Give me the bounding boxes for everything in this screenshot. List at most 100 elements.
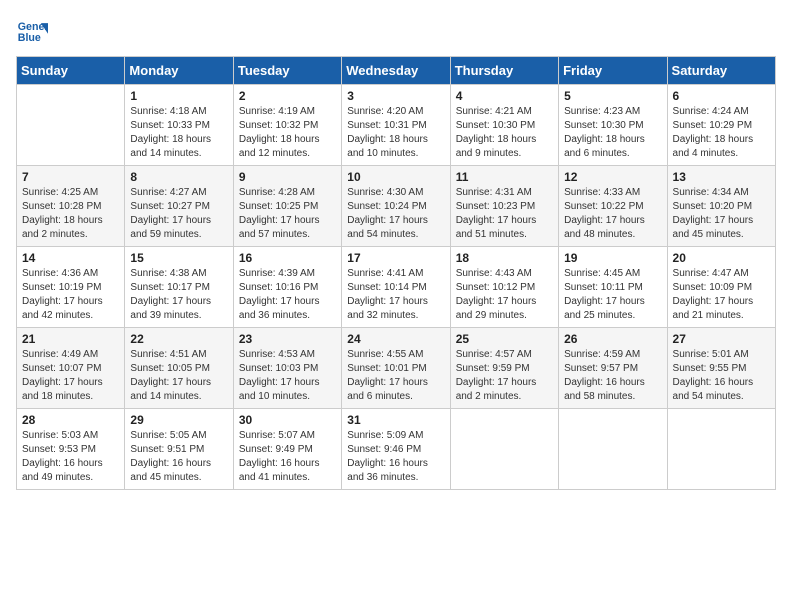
calendar-cell: 30 Sunrise: 5:07 AMSunset: 9:49 PMDayligh…: [233, 409, 341, 490]
calendar-cell: 1Sunrise: 4:18 AMSunset: 10:33 PMDayligh…: [125, 85, 233, 166]
calendar-cell: 20 Sunrise: 4:47 AMSunset: 10:09 PMDaylig…: [667, 247, 775, 328]
calendar-cell: 18Sunrise: 4:43 AMSunset: 10:12 PMDaylig…: [450, 247, 558, 328]
day-info: Sunrise: 4:18 AMSunset: 10:33 PMDaylight…: [130, 105, 227, 161]
calendar-cell: 3 Sunrise: 4:20 AMSunset: 10:31 PMDayligh…: [342, 85, 450, 166]
day-number: 6: [673, 89, 770, 103]
day-info: Sunrise: 4:57 AMSunset: 9:59 PMDaylight:…: [456, 348, 553, 404]
day-info: Sunrise: 4:25 AMSunset: 10:28 PMDaylight…: [22, 186, 119, 242]
day-number: 27: [673, 332, 770, 346]
calendar-cell: 24 Sunrise: 4:55 AMSunset: 10:01 PMDaylig…: [342, 328, 450, 409]
day-number: 24: [347, 332, 444, 346]
calendar-cell: 31Sunrise: 5:09 AMSunset: 9:46 PMDayligh…: [342, 409, 450, 490]
day-header-wednesday: Wednesday: [342, 57, 450, 85]
day-number: 11: [456, 170, 553, 184]
day-info: Sunrise: 4:53 AMSunset: 10:03 PMDaylight…: [239, 348, 336, 404]
day-number: 19: [564, 251, 661, 265]
day-number: 25: [456, 332, 553, 346]
day-info: Sunrise: 4:19 AMSunset: 10:32 PMDaylight…: [239, 105, 336, 161]
calendar-cell: 12 Sunrise: 4:33 AMSunset: 10:22 PMDaylig…: [559, 166, 667, 247]
calendar-cell: 4 Sunrise: 4:21 AMSunset: 10:30 PMDayligh…: [450, 85, 558, 166]
day-info: Sunrise: 5:05 AMSunset: 9:51 PMDaylight:…: [130, 429, 227, 485]
day-info: Sunrise: 4:38 AMSunset: 10:17 PMDaylight…: [130, 267, 227, 323]
day-number: 12: [564, 170, 661, 184]
calendar-cell: 13 Sunrise: 4:34 AMSunset: 10:20 PMDaylig…: [667, 166, 775, 247]
day-info: Sunrise: 5:07 AMSunset: 9:49 PMDaylight:…: [239, 429, 336, 485]
day-number: 17: [347, 251, 444, 265]
day-info: Sunrise: 4:20 AMSunset: 10:31 PMDaylight…: [347, 105, 444, 161]
day-number: 22: [130, 332, 227, 346]
calendar-cell: [559, 409, 667, 490]
day-info: Sunrise: 4:31 AMSunset: 10:23 PMDaylight…: [456, 186, 553, 242]
day-info: Sunrise: 4:47 AMSunset: 10:09 PMDaylight…: [673, 267, 770, 323]
calendar-cell: 28 Sunrise: 5:03 AMSunset: 9:53 PMDayligh…: [17, 409, 125, 490]
day-header-saturday: Saturday: [667, 57, 775, 85]
calendar-cell: [450, 409, 558, 490]
calendar-week-row: 7 Sunrise: 4:25 AMSunset: 10:28 PMDayligh…: [17, 166, 776, 247]
day-number: 20: [673, 251, 770, 265]
logo: General Blue: [16, 16, 52, 48]
day-number: 8: [130, 170, 227, 184]
calendar-cell: 21 Sunrise: 4:49 AMSunset: 10:07 PMDaylig…: [17, 328, 125, 409]
day-info: Sunrise: 4:21 AMSunset: 10:30 PMDaylight…: [456, 105, 553, 161]
calendar-week-row: 21 Sunrise: 4:49 AMSunset: 10:07 PMDaylig…: [17, 328, 776, 409]
day-header-thursday: Thursday: [450, 57, 558, 85]
day-info: Sunrise: 4:49 AMSunset: 10:07 PMDaylight…: [22, 348, 119, 404]
calendar-week-row: 14Sunrise: 4:36 AMSunset: 10:19 PMDaylig…: [17, 247, 776, 328]
calendar-cell: 29Sunrise: 5:05 AMSunset: 9:51 PMDayligh…: [125, 409, 233, 490]
day-info: Sunrise: 5:03 AMSunset: 9:53 PMDaylight:…: [22, 429, 119, 485]
day-number: 3: [347, 89, 444, 103]
day-number: 26: [564, 332, 661, 346]
calendar-header-row: SundayMondayTuesdayWednesdayThursdayFrid…: [17, 57, 776, 85]
calendar-cell: 8 Sunrise: 4:27 AMSunset: 10:27 PMDayligh…: [125, 166, 233, 247]
day-number: 4: [456, 89, 553, 103]
day-info: Sunrise: 4:34 AMSunset: 10:20 PMDaylight…: [673, 186, 770, 242]
day-number: 18: [456, 251, 553, 265]
day-number: 28: [22, 413, 119, 427]
day-number: 9: [239, 170, 336, 184]
day-number: 31: [347, 413, 444, 427]
day-info: Sunrise: 4:39 AMSunset: 10:16 PMDaylight…: [239, 267, 336, 323]
calendar-cell: 6 Sunrise: 4:24 AMSunset: 10:29 PMDayligh…: [667, 85, 775, 166]
day-info: Sunrise: 4:33 AMSunset: 10:22 PMDaylight…: [564, 186, 661, 242]
day-number: 30: [239, 413, 336, 427]
day-info: Sunrise: 4:45 AMSunset: 10:11 PMDaylight…: [564, 267, 661, 323]
calendar-cell: 16 Sunrise: 4:39 AMSunset: 10:16 PMDaylig…: [233, 247, 341, 328]
day-number: 16: [239, 251, 336, 265]
calendar-cell: 19 Sunrise: 4:45 AMSunset: 10:11 PMDaylig…: [559, 247, 667, 328]
day-info: Sunrise: 4:27 AMSunset: 10:27 PMDaylight…: [130, 186, 227, 242]
day-header-friday: Friday: [559, 57, 667, 85]
calendar-cell: [17, 85, 125, 166]
svg-text:Blue: Blue: [18, 32, 41, 44]
day-info: Sunrise: 4:55 AMSunset: 10:01 PMDaylight…: [347, 348, 444, 404]
day-info: Sunrise: 4:51 AMSunset: 10:05 PMDaylight…: [130, 348, 227, 404]
calendar-cell: 22 Sunrise: 4:51 AMSunset: 10:05 PMDaylig…: [125, 328, 233, 409]
calendar-cell: 26 Sunrise: 4:59 AMSunset: 9:57 PMDayligh…: [559, 328, 667, 409]
day-number: 10: [347, 170, 444, 184]
calendar-cell: 11 Sunrise: 4:31 AMSunset: 10:23 PMDaylig…: [450, 166, 558, 247]
day-number: 7: [22, 170, 119, 184]
day-header-monday: Monday: [125, 57, 233, 85]
day-info: Sunrise: 4:30 AMSunset: 10:24 PMDaylight…: [347, 186, 444, 242]
calendar-cell: [667, 409, 775, 490]
day-header-tuesday: Tuesday: [233, 57, 341, 85]
day-number: 2: [239, 89, 336, 103]
day-info: Sunrise: 5:01 AMSunset: 9:55 PMDaylight:…: [673, 348, 770, 404]
page-header: General Blue: [16, 16, 776, 48]
day-info: Sunrise: 4:23 AMSunset: 10:30 PMDaylight…: [564, 105, 661, 161]
calendar-cell: 25 Sunrise: 4:57 AMSunset: 9:59 PMDayligh…: [450, 328, 558, 409]
calendar-cell: 5Sunrise: 4:23 AMSunset: 10:30 PMDayligh…: [559, 85, 667, 166]
day-info: Sunrise: 4:59 AMSunset: 9:57 PMDaylight:…: [564, 348, 661, 404]
day-number: 15: [130, 251, 227, 265]
calendar-cell: 14Sunrise: 4:36 AMSunset: 10:19 PMDaylig…: [17, 247, 125, 328]
calendar-cell: 15 Sunrise: 4:38 AMSunset: 10:17 PMDaylig…: [125, 247, 233, 328]
day-number: 21: [22, 332, 119, 346]
calendar-week-row: 1Sunrise: 4:18 AMSunset: 10:33 PMDayligh…: [17, 85, 776, 166]
day-number: 13: [673, 170, 770, 184]
day-info: Sunrise: 4:24 AMSunset: 10:29 PMDaylight…: [673, 105, 770, 161]
calendar-cell: 2 Sunrise: 4:19 AMSunset: 10:32 PMDayligh…: [233, 85, 341, 166]
day-info: Sunrise: 4:36 AMSunset: 10:19 PMDaylight…: [22, 267, 119, 323]
day-info: Sunrise: 4:28 AMSunset: 10:25 PMDaylight…: [239, 186, 336, 242]
calendar-cell: 17Sunrise: 4:41 AMSunset: 10:14 PMDaylig…: [342, 247, 450, 328]
logo-icon: General Blue: [16, 16, 48, 48]
calendar-cell: 27 Sunrise: 5:01 AMSunset: 9:55 PMDayligh…: [667, 328, 775, 409]
